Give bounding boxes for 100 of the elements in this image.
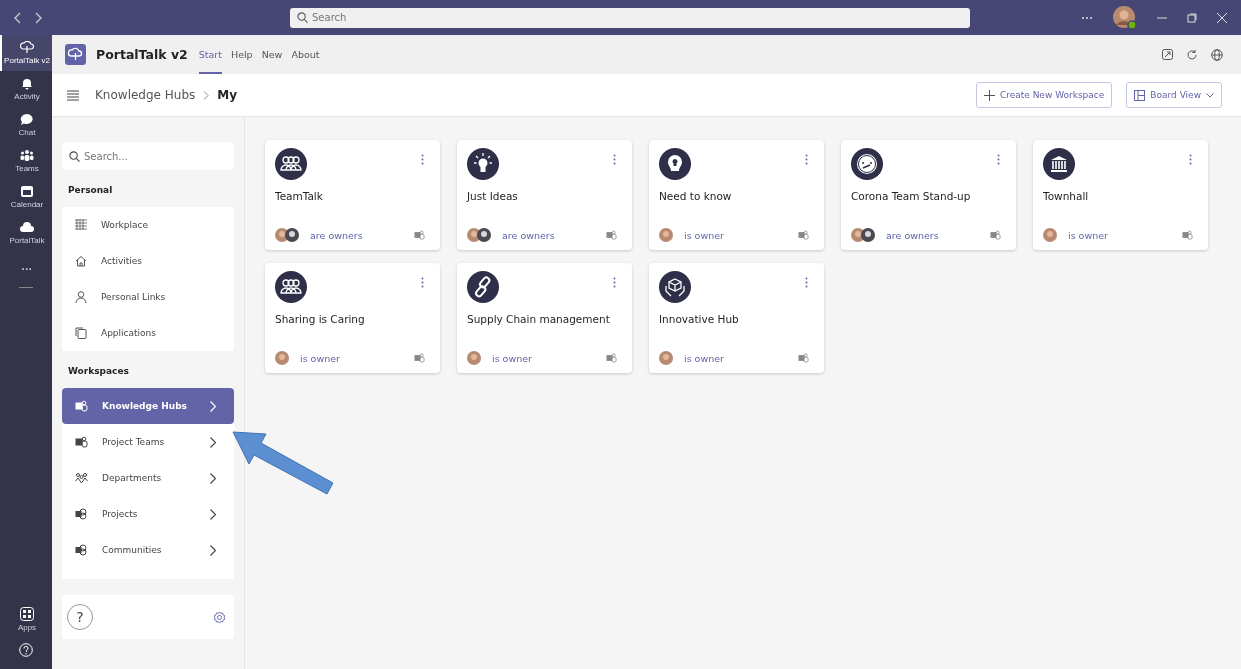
- owner-link[interactable]: are owners: [886, 229, 939, 241]
- rail-item[interactable]: Apps: [0, 601, 52, 637]
- globe-icon[interactable]: [1211, 48, 1223, 61]
- search-icon: [297, 12, 308, 23]
- view-dropdown[interactable]: Board View: [1126, 82, 1222, 108]
- settings-icon[interactable]: [213, 610, 226, 624]
- teams-icon: [414, 353, 425, 363]
- tab[interactable]: About: [291, 35, 320, 74]
- workspace-card[interactable]: Innovative Hub is owner: [649, 263, 824, 373]
- avatar: [659, 228, 673, 242]
- person-icon: [75, 291, 87, 303]
- breadcrumb-item[interactable]: Knowledge Hubs: [95, 88, 196, 102]
- rail-item[interactable]: PortalTalk: [0, 215, 52, 251]
- nav-item[interactable]: Communities: [62, 532, 234, 568]
- rings-icon: [75, 544, 88, 556]
- search-field[interactable]: Search: [290, 7, 970, 28]
- more-options-icon[interactable]: [613, 277, 616, 288]
- help-button[interactable]: ?: [67, 604, 93, 630]
- teams-icon: [414, 230, 425, 240]
- avatar: [275, 351, 289, 365]
- workspace-card[interactable]: Townhall is owner: [1033, 140, 1208, 250]
- close-icon[interactable]: [1217, 12, 1227, 23]
- owner-link[interactable]: is owner: [300, 352, 340, 364]
- face-icon: [851, 148, 883, 180]
- owner-link[interactable]: are owners: [502, 229, 555, 241]
- more-options-icon[interactable]: [997, 154, 1000, 165]
- more-options-icon[interactable]: [613, 154, 616, 165]
- chevron-icon: [210, 472, 216, 484]
- teams-icon: [990, 230, 1001, 240]
- rail-item[interactable]: ···: [0, 251, 52, 287]
- owner-link[interactable]: is owner: [492, 352, 532, 364]
- board-icon: [1134, 89, 1146, 101]
- cloud-icon: [20, 221, 34, 234]
- avatar: [285, 228, 299, 242]
- owner-link[interactable]: is owner: [684, 352, 724, 364]
- breadcrumb-item: My: [217, 88, 238, 102]
- help-icon[interactable]: [19, 643, 33, 657]
- owner-link[interactable]: are owners: [310, 229, 363, 241]
- owner-link[interactable]: is owner: [1068, 229, 1108, 241]
- rail-item[interactable]: PortalTalk v2: [0, 35, 52, 71]
- forward-icon[interactable]: [34, 11, 42, 24]
- home-icon: [75, 255, 87, 267]
- grid-icon: [75, 219, 87, 231]
- nav-item[interactable]: Applications: [62, 315, 234, 351]
- teams-icon: [798, 353, 809, 363]
- group-icon: [275, 271, 307, 303]
- more-options-icon[interactable]: [421, 277, 424, 288]
- nav-item[interactable]: Activities: [62, 243, 234, 279]
- workspace-card[interactable]: Just Ideas are owners: [457, 140, 632, 250]
- maximize-icon[interactable]: [1187, 12, 1197, 23]
- popout-icon[interactable]: [1162, 49, 1173, 60]
- chevron-icon: [203, 90, 210, 100]
- rail-item[interactable]: Teams: [0, 143, 52, 179]
- nav-item[interactable]: Workplace: [62, 207, 234, 243]
- rail-item[interactable]: Chat: [0, 107, 52, 143]
- nav-item[interactable]: Project Teams: [62, 424, 234, 460]
- teams-icon: [606, 230, 617, 240]
- rail-item[interactable]: Activity: [0, 71, 52, 107]
- teams-icon: [1182, 230, 1193, 240]
- teams-icon: [798, 230, 809, 240]
- workspace-card[interactable]: Need to know is owner: [649, 140, 824, 250]
- nav-item[interactable]: Projects: [62, 496, 234, 532]
- app-logo-icon: [65, 44, 86, 65]
- workspace-card[interactable]: TeamTalk are owners: [265, 140, 440, 250]
- card-title: Supply Chain management: [467, 313, 611, 325]
- workspace-card[interactable]: Sharing is Caring is owner: [265, 263, 440, 373]
- building-icon: [1043, 148, 1075, 180]
- card-title: Need to know: [659, 190, 733, 202]
- nav-item[interactable]: Departments: [62, 460, 234, 496]
- avatar[interactable]: [1113, 5, 1137, 30]
- back-icon[interactable]: [14, 11, 22, 24]
- tab[interactable]: Help: [231, 35, 253, 74]
- group-icon: [275, 148, 307, 180]
- more-options-icon[interactable]: [421, 154, 424, 165]
- menu-icon[interactable]: [67, 89, 79, 101]
- more-options-icon[interactable]: [805, 154, 808, 165]
- tab[interactable]: New: [261, 35, 283, 74]
- teams-icon: [606, 353, 617, 363]
- refresh-icon[interactable]: [1186, 48, 1198, 61]
- avatar: [659, 351, 673, 365]
- create-workspace-button[interactable]: Create New Workspace: [975, 82, 1113, 108]
- plus-icon: [983, 89, 995, 101]
- more-icon[interactable]: [1081, 15, 1093, 20]
- nav-item[interactable]: Personal Links: [62, 279, 234, 315]
- workspace-card[interactable]: Corona Team Stand-up are owners: [841, 140, 1016, 250]
- box-icon: [659, 271, 691, 303]
- owner-link[interactable]: is owner: [684, 229, 724, 241]
- app-title: PortalTalk v2: [96, 47, 188, 62]
- nav-item[interactable]: Knowledge Hubs: [62, 388, 234, 424]
- card-title: Innovative Hub: [659, 313, 740, 325]
- bell-icon: [20, 77, 34, 90]
- caret-icon: [1206, 92, 1214, 98]
- workspace-card[interactable]: Supply Chain management is owner: [457, 263, 632, 373]
- more-options-icon[interactable]: [1189, 154, 1192, 165]
- search-field[interactable]: Search...: [62, 142, 234, 170]
- rail-item[interactable]: Calendar: [0, 179, 52, 215]
- more-options-icon[interactable]: [805, 277, 808, 288]
- card-title: Sharing is Caring: [275, 313, 366, 325]
- link-icon: [467, 271, 499, 303]
- card-title: Corona Team Stand-up: [851, 190, 972, 202]
